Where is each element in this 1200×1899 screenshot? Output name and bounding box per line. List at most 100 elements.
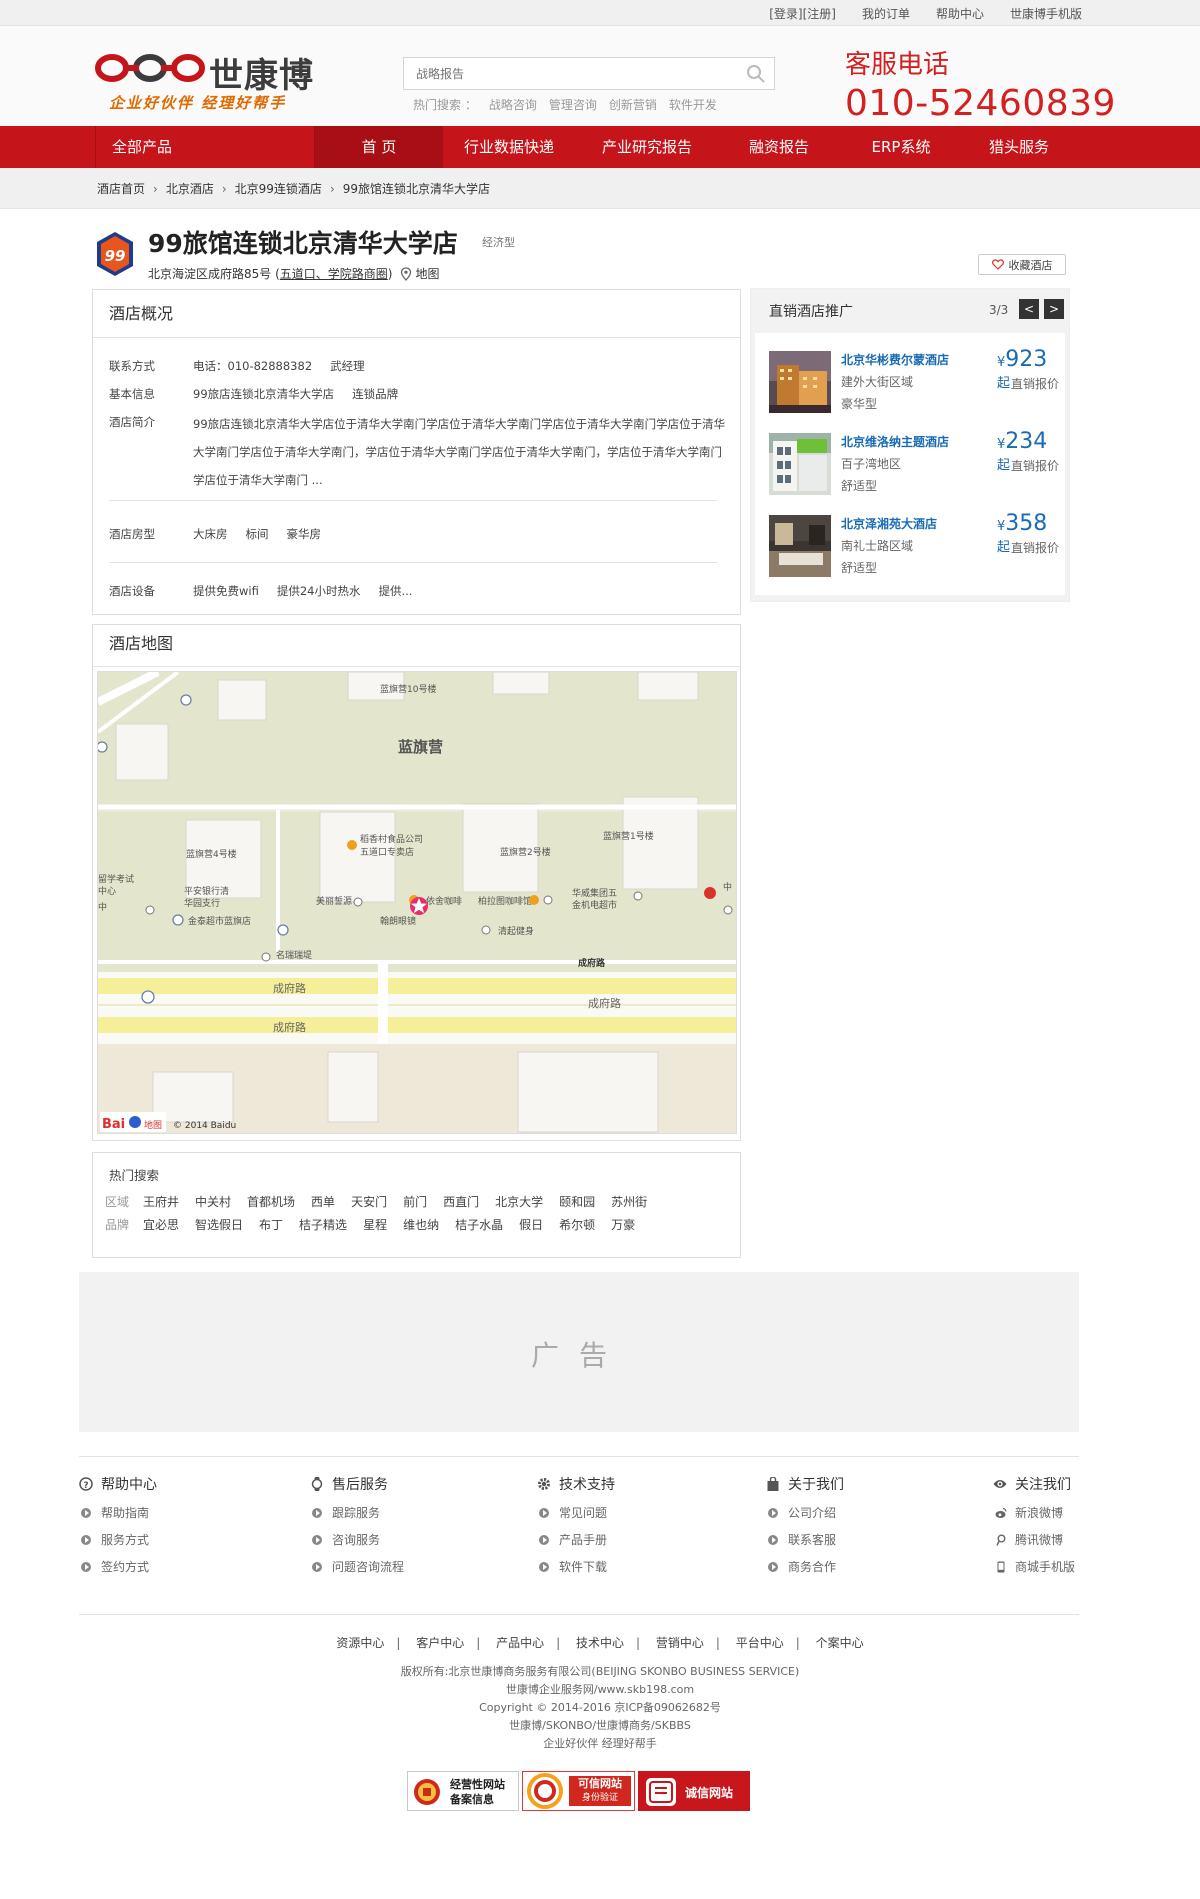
nav-item-financing[interactable]: 融资报告	[719, 126, 839, 168]
brand-link[interactable]: 万豪	[611, 1216, 635, 1233]
footer-link-text[interactable]: 服务方式	[101, 1531, 149, 1548]
hotel-location-marker-icon[interactable]	[410, 897, 428, 915]
footer-center-link[interactable]: 技术中心	[576, 1636, 624, 1650]
footer-link-text[interactable]: 公司介绍	[788, 1504, 836, 1521]
footer-link[interactable]: 帮助指南	[81, 1504, 157, 1521]
footer-link[interactable]: 新浪微博	[995, 1504, 1075, 1521]
area-link[interactable]: 西直门	[443, 1193, 479, 1210]
footer-link-text[interactable]: 产品手册	[559, 1531, 607, 1548]
favorite-button[interactable]: 收藏酒店	[978, 254, 1066, 275]
footer-link-text[interactable]: 签约方式	[101, 1558, 149, 1575]
promo-hotel-name[interactable]: 北京泽湘苑大酒店	[841, 515, 937, 532]
area-link[interactable]: 西单	[311, 1193, 335, 1210]
ad-banner[interactable]: 广告	[79, 1272, 1079, 1432]
footer-center-link[interactable]: 资源中心	[336, 1636, 384, 1650]
footer-link[interactable]: 联系客服	[768, 1531, 844, 1548]
orders-link[interactable]: 我的订单	[862, 5, 910, 22]
hot-search-item[interactable]: 战略咨询	[489, 96, 537, 113]
area-link[interactable]: 前门	[403, 1193, 427, 1210]
search-input[interactable]	[404, 58, 724, 89]
footer-center-link[interactable]: 平台中心	[736, 1636, 784, 1650]
footer-link[interactable]: 商城手机版	[995, 1558, 1075, 1575]
register-link[interactable]: [注册]	[803, 7, 836, 21]
area-link[interactable]: 王府井	[143, 1193, 179, 1210]
nav-item-erp[interactable]: ERP系统	[839, 126, 963, 168]
footer-link[interactable]: 服务方式	[81, 1531, 157, 1548]
mobile-link[interactable]: 世康博手机版	[1010, 5, 1082, 22]
brand-link[interactable]: 假日	[519, 1216, 543, 1233]
nav-item-industry-data[interactable]: 行业数据快递	[443, 126, 575, 168]
brand-link[interactable]: 维也纳	[403, 1216, 439, 1233]
prev-button[interactable]: <	[1019, 299, 1039, 319]
footer-center-link[interactable]: 营销中心	[656, 1636, 704, 1650]
brand-link[interactable]: 桔子精选	[299, 1216, 347, 1233]
footer-link[interactable]: 软件下载	[539, 1558, 615, 1575]
brand-link[interactable]: 星程	[363, 1216, 387, 1233]
footer-center-link[interactable]: 产品中心	[496, 1636, 544, 1650]
footer-link-text[interactable]: 问题咨询流程	[332, 1558, 404, 1575]
baidu-map[interactable]: 蓝旗营10号楼 蓝旗营4号楼 稻香村食品公司 五道口专卖店 蓝旗营2号楼 蓝旗营…	[97, 671, 737, 1134]
hotel-thumbnail[interactable]	[769, 433, 831, 495]
nav-item-research[interactable]: 产业研究报告	[575, 126, 719, 168]
footer-link[interactable]: 腾讯微博	[995, 1531, 1075, 1548]
brand-link[interactable]: 桔子水晶	[455, 1216, 503, 1233]
promo-hotel-item[interactable]: 北京维洛纳主题酒店 百子湾地区 舒适型 ¥234起 直销报价	[769, 429, 1059, 495]
badge-business-site[interactable]: 经营性网站 备案信息	[407, 1771, 519, 1811]
footer-link-text[interactable]: 咨询服务	[332, 1531, 380, 1548]
login-link[interactable]: [登录]	[769, 7, 802, 21]
promo-hotel-name[interactable]: 北京维洛纳主题酒店	[841, 433, 949, 450]
site-logo[interactable]: 世康博 企业好伙伴 经理好帮手	[95, 48, 325, 118]
next-button[interactable]: >	[1044, 299, 1064, 319]
footer-link-text[interactable]: 帮助指南	[101, 1504, 149, 1521]
footer-link[interactable]: 公司介绍	[768, 1504, 844, 1521]
promo-hotel-item[interactable]: 北京华彬费尔蒙酒店 建外大街区域 豪华型 ¥923起 直销报价	[769, 347, 1059, 413]
area-link[interactable]: 苏州街	[611, 1193, 647, 1210]
footer-link-text[interactable]: 新浪微博	[1015, 1504, 1063, 1521]
footer-link-text[interactable]: 腾讯微博	[1015, 1531, 1063, 1548]
promo-hotel-item[interactable]: 北京泽湘苑大酒店 南礼士路区域 舒适型 ¥358起 直销报价	[769, 511, 1059, 577]
hot-search-item[interactable]: 创新营销	[609, 96, 657, 113]
badge-trusted-site[interactable]: 可信网站 身份验证	[522, 1771, 635, 1811]
area-link[interactable]: 颐和园	[559, 1193, 595, 1210]
footer-link-text[interactable]: 联系客服	[788, 1531, 836, 1548]
area-link[interactable]: 中关村	[195, 1193, 231, 1210]
help-link[interactable]: 帮助中心	[936, 5, 984, 22]
hotel-thumbnail[interactable]	[769, 351, 831, 413]
area-link[interactable]: 天安门	[351, 1193, 387, 1210]
footer-link-text[interactable]: 常见问题	[559, 1504, 607, 1521]
nav-item-headhunting[interactable]: 猎头服务	[963, 126, 1075, 168]
nav-item-home[interactable]: 首 页	[315, 126, 443, 168]
footer-link[interactable]: 产品手册	[539, 1531, 615, 1548]
map-canvas[interactable]: 蓝旗营10号楼 蓝旗营4号楼 稻香村食品公司 五道口专卖店 蓝旗营2号楼 蓝旗营…	[98, 672, 737, 1134]
nav-all-products[interactable]: 全部产品	[95, 126, 315, 168]
brand-link[interactable]: 布丁	[259, 1216, 283, 1233]
footer-center-link[interactable]: 个案中心	[816, 1636, 864, 1650]
hot-search-item[interactable]: 管理咨询	[549, 96, 597, 113]
footer-link[interactable]: 商务合作	[768, 1558, 844, 1575]
badge-integrity-site[interactable]: 诚信网站	[638, 1771, 750, 1811]
footer-link[interactable]: 签约方式	[81, 1558, 157, 1575]
brand-link[interactable]: 智选假日	[195, 1216, 243, 1233]
area-link[interactable]: 北京大学	[495, 1193, 543, 1210]
footer-link[interactable]: 咨询服务	[312, 1531, 404, 1548]
footer-link-text[interactable]: 商务合作	[788, 1558, 836, 1575]
promo-hotel-name[interactable]: 北京华彬费尔蒙酒店	[841, 351, 949, 368]
hotel-thumbnail[interactable]	[769, 515, 831, 577]
breadcrumb-item[interactable]: 酒店首页	[97, 180, 145, 197]
brand-link[interactable]: 宜必思	[143, 1216, 179, 1233]
footer-center-link[interactable]: 客户中心	[416, 1636, 464, 1650]
footer-link-text[interactable]: 跟踪服务	[332, 1504, 380, 1521]
footer-link[interactable]: 常见问题	[539, 1504, 615, 1521]
footer-link[interactable]: 问题咨询流程	[312, 1558, 404, 1575]
brand-link[interactable]: 希尔顿	[559, 1216, 595, 1233]
hot-search-item[interactable]: 软件开发	[669, 96, 717, 113]
search-icon[interactable]	[746, 64, 766, 84]
area-link[interactable]: 首都机场	[247, 1193, 295, 1210]
area-link[interactable]: 五道口、学院路商圈	[280, 265, 388, 282]
footer-link-text[interactable]: 软件下载	[559, 1558, 607, 1575]
breadcrumb-item[interactable]: 北京酒店	[166, 180, 214, 197]
map-pin-icon[interactable]	[400, 266, 412, 281]
footer-link-text[interactable]: 商城手机版	[1015, 1558, 1075, 1575]
breadcrumb-item[interactable]: 北京99连锁酒店	[235, 180, 322, 197]
footer-link[interactable]: 跟踪服务	[312, 1504, 404, 1521]
